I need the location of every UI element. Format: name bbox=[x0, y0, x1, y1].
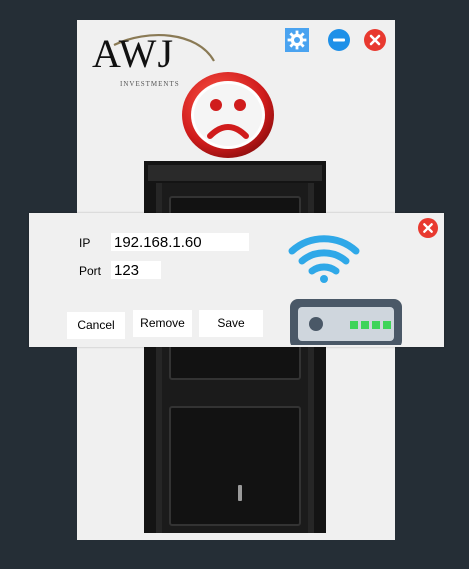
close-circle-icon bbox=[364, 29, 386, 51]
ip-input[interactable] bbox=[111, 233, 249, 251]
connection-dialog: IP Port Cancel Remove Save bbox=[29, 213, 444, 349]
minimize-button[interactable] bbox=[327, 28, 351, 52]
router-image bbox=[284, 221, 404, 349]
logo-text: AWJ bbox=[92, 31, 175, 76]
close-circle-icon bbox=[418, 218, 438, 238]
dialog-close-button[interactable] bbox=[417, 217, 439, 239]
cancel-button[interactable]: Cancel bbox=[67, 312, 125, 339]
status-indicator bbox=[179, 70, 277, 160]
minus-circle-icon bbox=[328, 29, 350, 51]
remove-button[interactable]: Remove bbox=[133, 310, 192, 337]
close-button[interactable] bbox=[363, 28, 387, 52]
port-label: Port bbox=[79, 264, 102, 278]
sad-face-icon bbox=[182, 72, 274, 158]
wifi-router-icon bbox=[288, 235, 402, 349]
settings-button[interactable] bbox=[285, 28, 309, 52]
port-input[interactable] bbox=[111, 261, 161, 279]
save-button[interactable]: Save bbox=[199, 310, 263, 337]
ip-label: IP bbox=[79, 236, 91, 250]
logo-subtext: INVESTMENTS bbox=[120, 80, 180, 88]
gear-icon bbox=[285, 28, 309, 52]
